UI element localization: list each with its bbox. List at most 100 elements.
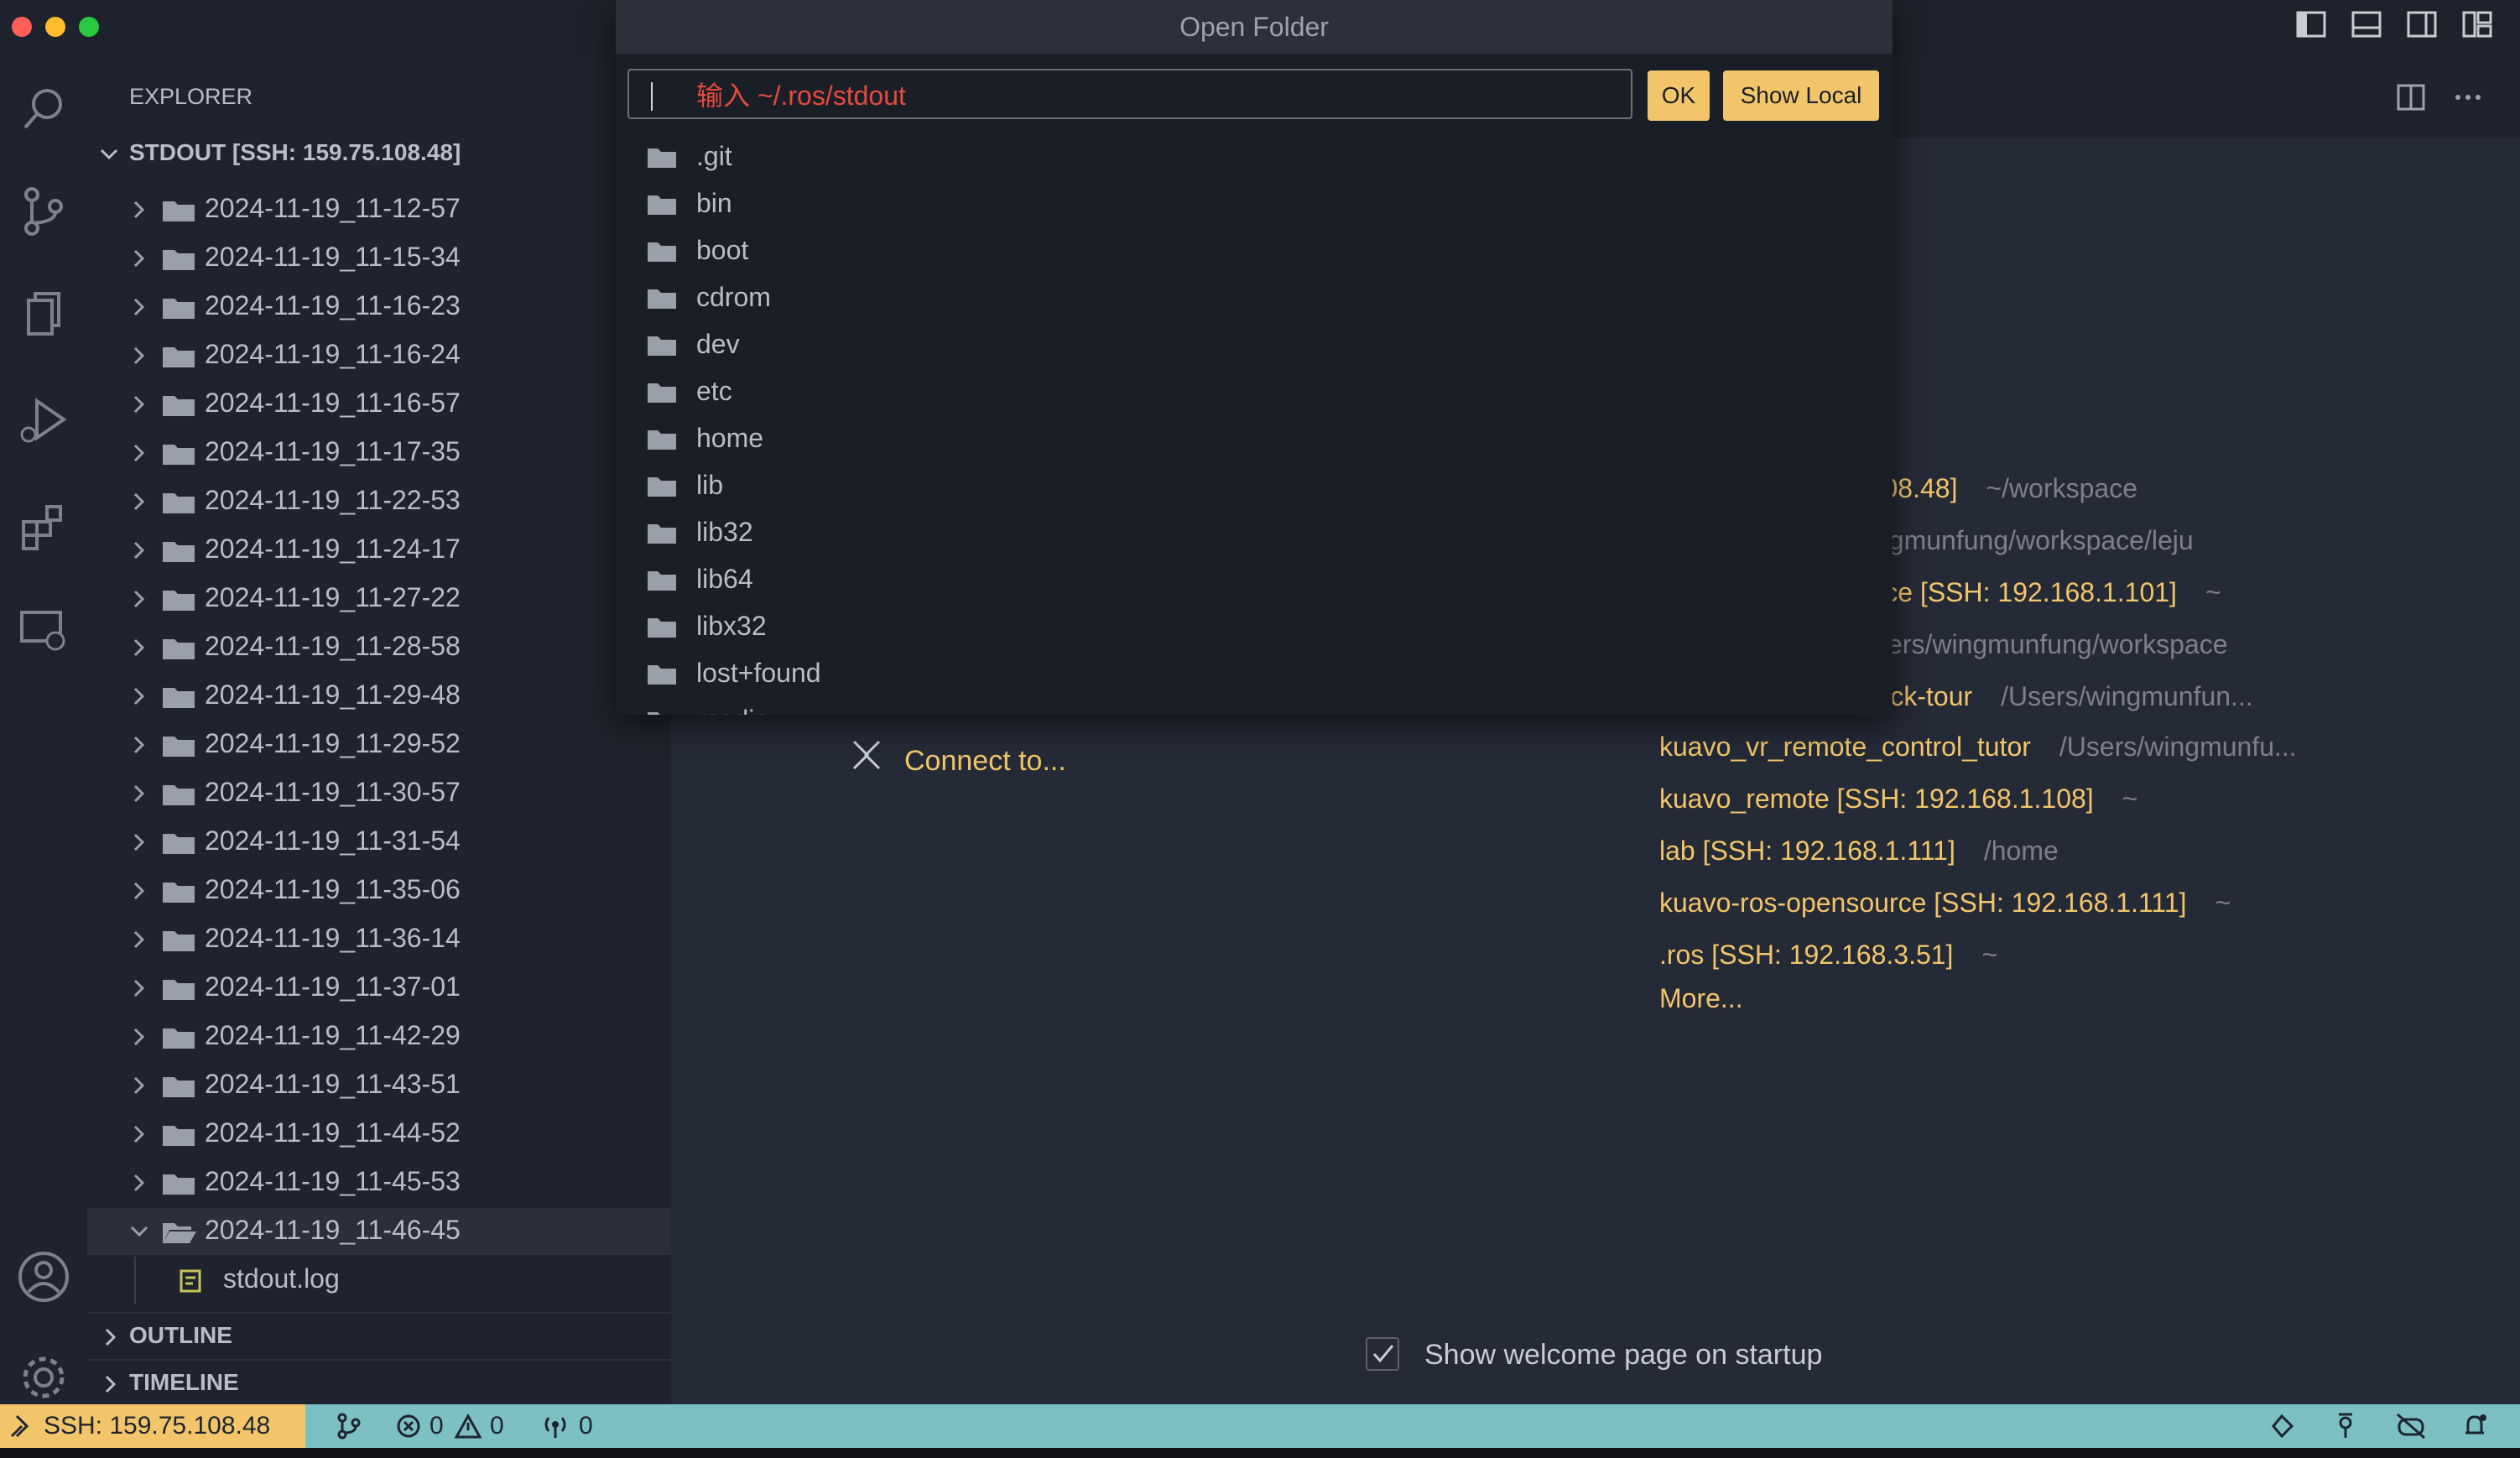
recent-workspace-name: ource [SSH: 192.168.1.101] <box>1846 577 2177 607</box>
dialog-title: Open Folder <box>616 0 1893 54</box>
ports-count[interactable]: 0 <box>579 1412 593 1440</box>
tree-folder-row[interactable]: 2024-11-19_11-16-24 <box>87 332 671 379</box>
warning-icon[interactable] <box>455 1414 482 1439</box>
outline-chevron-right-icon[interactable] <box>99 1325 122 1349</box>
more-actions-icon[interactable] <box>2453 82 2483 112</box>
tree-folder-row[interactable]: 2024-11-19_11-45-53 <box>87 1159 671 1206</box>
tree-folder-row[interactable]: 2024-11-19_11-37-01 <box>87 965 671 1012</box>
root-chevron-down-icon[interactable] <box>97 143 121 166</box>
maximize-window-button[interactable] <box>79 17 99 37</box>
connect-to-link[interactable]: Connect to... <box>904 745 1066 778</box>
remote-icon <box>8 1413 35 1440</box>
folder-entry[interactable]: media <box>646 698 1862 715</box>
folder-entry[interactable]: lib <box>646 463 1862 510</box>
tree-folder-row[interactable]: 2024-11-19_11-15-34 <box>87 235 671 282</box>
recent-workspace-item[interactable]: kuavo-ros-opensource [SSH: 192.168.1.111… <box>1659 888 2231 919</box>
tree-folder-row[interactable]: 2024-11-19_11-16-23 <box>87 284 671 331</box>
paint-bucket-icon[interactable] <box>2268 1413 2295 1440</box>
folder-entry[interactable]: cdrom <box>646 275 1862 322</box>
remote-indicator[interactable]: SSH: 159.75.108.48 <box>0 1404 305 1448</box>
tree-folder-row[interactable]: 2024-11-19_11-43-51 <box>87 1062 671 1109</box>
folder-label: 2024-11-19_11-24-17 <box>205 534 461 564</box>
tree-folder-row[interactable]: 2024-11-19_11-31-54 <box>87 819 671 866</box>
show-on-startup-checkbox[interactable] <box>1366 1337 1399 1371</box>
folder-entry[interactable]: home <box>646 416 1862 463</box>
folder-path-input[interactable]: 输入 ~/.ros/stdout <box>627 69 1632 119</box>
folder-entry[interactable]: .git <box>646 134 1862 181</box>
warning-count[interactable]: 0 <box>490 1412 504 1440</box>
folder-entry[interactable]: lib64 <box>646 557 1862 604</box>
tree-folder-row[interactable]: 2024-11-19_11-17-35 <box>87 430 671 476</box>
show-local-button[interactable]: Show Local <box>1723 70 1879 121</box>
notifications-bell-icon[interactable] <box>2461 1413 2488 1440</box>
outline-section[interactable]: OUTLINE <box>129 1322 232 1349</box>
tree-folder-row[interactable]: 2024-11-19_11-35-06 <box>87 867 671 914</box>
search-icon[interactable] <box>17 82 70 136</box>
recent-workspace-item[interactable]: kuavo_vr_remote_control_tutor/Users/wing… <box>1659 732 2297 763</box>
folder-entry[interactable]: boot <box>646 228 1862 275</box>
folder-entry[interactable]: lib32 <box>646 510 1862 557</box>
tree-folder-row[interactable]: 2024-11-19_11-28-58 <box>87 624 671 671</box>
chevron-right-icon <box>128 539 151 562</box>
tree-folder-row[interactable]: 2024-11-19_11-22-53 <box>87 478 671 525</box>
explorer-files-icon[interactable] <box>17 289 70 342</box>
toggle-primary-sidebar-icon[interactable] <box>2295 8 2327 40</box>
pin-icon[interactable] <box>2332 1413 2359 1440</box>
settings-gear-icon[interactable] <box>17 1351 70 1404</box>
ports-antenna-icon[interactable] <box>542 1413 569 1440</box>
account-icon[interactable] <box>17 1250 70 1304</box>
remote-explorer-icon[interactable] <box>17 602 70 656</box>
customize-layout-icon[interactable] <box>2461 8 2493 40</box>
folder-icon <box>646 240 678 263</box>
chevron-right-icon <box>128 1122 151 1146</box>
split-editor-icon[interactable] <box>2396 82 2426 112</box>
tree-folder-row[interactable]: 2024-11-19_11-12-57 <box>87 186 671 233</box>
timeline-chevron-right-icon[interactable] <box>99 1372 122 1396</box>
recent-workspace-item[interactable]: lab [SSH: 192.168.1.111] /home <box>1659 836 2059 867</box>
source-control-icon[interactable] <box>17 185 70 238</box>
chevron-right-icon <box>128 1025 151 1049</box>
tree-folder-row[interactable]: 2024-11-19_11-27-22 <box>87 575 671 622</box>
timeline-section[interactable]: TIMELINE <box>129 1369 239 1396</box>
tree-folder-row[interactable]: 2024-11-19_11-16-57 <box>87 381 671 428</box>
tree-file-row[interactable]: stdout.log <box>87 1257 671 1304</box>
error-count[interactable]: 0 <box>430 1412 444 1440</box>
ok-button[interactable]: OK <box>1648 70 1710 121</box>
error-icon[interactable] <box>396 1414 421 1439</box>
branch-icon[interactable] <box>336 1413 362 1440</box>
recent-workspace-item[interactable]: -quick-tour/Users/wingmunfun... <box>1846 681 2253 712</box>
folder-icon <box>646 475 678 498</box>
run-and-debug-icon[interactable] <box>17 394 70 448</box>
tree-folder-row[interactable]: 2024-11-19_11-29-52 <box>87 721 671 768</box>
toggle-panel-icon[interactable] <box>2351 8 2382 40</box>
folder-entry[interactable]: libx32 <box>646 604 1862 651</box>
folder-label: 2024-11-19_11-42-29 <box>205 1020 461 1050</box>
tree-folder-row[interactable]: 2024-11-19_11-36-14 <box>87 916 671 963</box>
tree-folder-row[interactable]: 2024-11-19_11-42-29 <box>87 1013 671 1060</box>
toggle-secondary-sidebar-icon[interactable] <box>2406 8 2438 40</box>
folder-entry[interactable]: etc <box>646 369 1862 416</box>
workspace-root-label[interactable]: STDOUT [SSH: 159.75.108.48] <box>129 139 461 166</box>
folder-open-icon <box>161 1220 196 1245</box>
tree-folder-row[interactable]: 2024-11-19_11-29-48 <box>87 673 671 720</box>
tree-folder-row[interactable]: 2024-11-19_11-44-52 <box>87 1111 671 1158</box>
extensions-icon[interactable] <box>17 500 70 554</box>
folder-icon <box>161 587 196 612</box>
recent-workspace-item[interactable]: sers/wingmunfung/workspace <box>1846 629 2228 660</box>
folder-entry[interactable]: dev <box>646 322 1862 369</box>
recent-workspace-item[interactable]: kuavo_remote [SSH: 192.168.1.108] ~ <box>1659 784 2137 815</box>
tree-folder-row[interactable]: 2024-11-19_11-24-17 <box>87 527 671 574</box>
copilot-disabled-icon[interactable] <box>2396 1413 2426 1440</box>
tree-folder-row-expanded[interactable]: 2024-11-19_11-46-45 <box>87 1208 671 1255</box>
folder-entry[interactable]: lost+found <box>646 651 1862 698</box>
recent-workspace-item[interactable]: ngmunfung/workspace/leju <box>1846 525 2194 556</box>
recent-workspace-item[interactable]: .ros [SSH: 192.168.3.51] ~ <box>1659 940 1997 971</box>
folder-label: 2024-11-19_11-15-34 <box>205 242 461 272</box>
recent-workspace-item[interactable]: ource [SSH: 192.168.1.101] ~ <box>1846 577 2221 608</box>
close-window-button[interactable] <box>12 17 32 37</box>
tree-folder-row[interactable]: 2024-11-19_11-30-57 <box>87 770 671 817</box>
more-recent-link[interactable]: More... <box>1659 983 1743 1014</box>
remote-label: SSH: 159.75.108.48 <box>44 1412 271 1440</box>
folder-entry[interactable]: bin <box>646 181 1862 228</box>
minimize-window-button[interactable] <box>45 17 65 37</box>
